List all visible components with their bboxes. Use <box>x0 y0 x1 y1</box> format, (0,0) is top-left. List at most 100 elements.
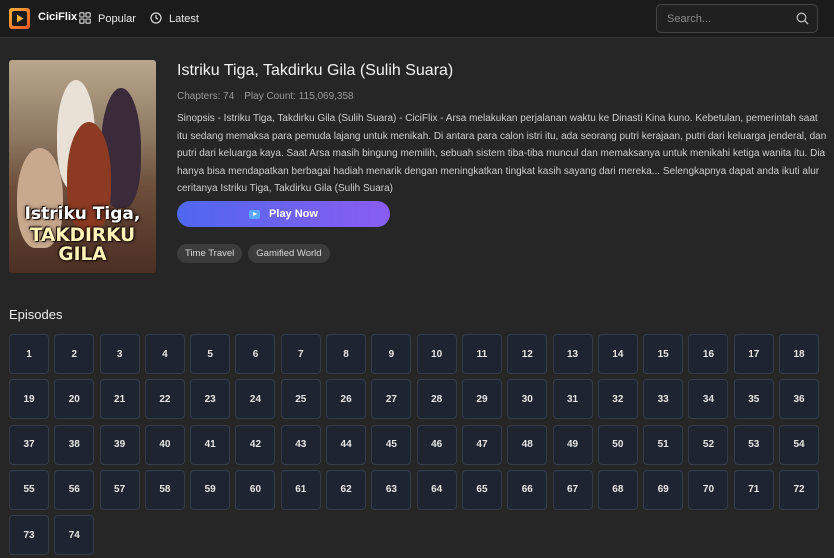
episode-button[interactable]: 2 <box>54 334 95 374</box>
tag-time-travel[interactable]: Time Travel <box>177 244 243 263</box>
drama-title: Istriku Tiga, Takdirku Gila (Sulih Suara… <box>177 62 454 79</box>
episode-button[interactable]: 47 <box>461 424 502 465</box>
episode-button[interactable]: 1 <box>9 334 49 374</box>
search-icon[interactable] <box>796 12 809 30</box>
search-input[interactable] <box>667 11 787 27</box>
play-count: Play Count: 115,069,358 <box>244 91 354 102</box>
drama-poster[interactable]: Istriku Tiga, TAKDIRKU GILA <box>9 60 156 273</box>
episode-button[interactable]: 25 <box>280 379 321 420</box>
search-box <box>656 4 818 33</box>
episode-button[interactable]: 17 <box>733 334 774 374</box>
play-now-button[interactable]: Play Now <box>177 201 390 227</box>
episode-button[interactable]: 41 <box>190 424 231 465</box>
logo-text[interactable]: CiciFlix <box>38 11 77 23</box>
episode-button[interactable]: 44 <box>326 424 367 465</box>
episode-button[interactable]: 12 <box>507 334 548 374</box>
episode-button[interactable]: 42 <box>235 424 276 465</box>
episode-button[interactable]: 39 <box>99 424 140 465</box>
episode-button[interactable]: 35 <box>733 379 774 420</box>
nav-latest-label: Latest <box>169 13 199 25</box>
top-bar: CiciFlix Popular Latest <box>0 0 834 38</box>
episode-button[interactable]: 21 <box>99 379 140 420</box>
poster-title-line-2: TAKDIRKU GILA <box>29 225 136 265</box>
episode-button[interactable]: 3 <box>99 334 140 374</box>
episode-button[interactable]: 10 <box>416 334 457 374</box>
nav-latest[interactable]: Latest <box>150 9 199 29</box>
episode-button[interactable]: 16 <box>688 334 729 374</box>
episode-button[interactable]: 65 <box>461 469 502 510</box>
tag-gamified-world[interactable]: Gamified World <box>248 244 330 263</box>
synopsis: Sinopsis - Istriku Tiga, Takdirku Gila (… <box>177 113 827 194</box>
logo-icon[interactable] <box>9 8 30 29</box>
episode-button[interactable]: 51 <box>643 424 684 465</box>
episode-button[interactable]: 28 <box>416 379 457 420</box>
nav-popular[interactable]: Popular <box>79 9 136 29</box>
episode-button[interactable]: 63 <box>371 469 412 510</box>
episode-button[interactable]: 37 <box>9 424 49 465</box>
episode-button[interactable]: 14 <box>597 334 638 374</box>
episode-button[interactable]: 74 <box>54 515 95 556</box>
episode-button[interactable]: 20 <box>54 379 95 420</box>
episode-button[interactable]: 33 <box>643 379 684 420</box>
clock-icon <box>150 11 162 27</box>
episode-button[interactable]: 6 <box>235 334 276 374</box>
episode-button[interactable]: 24 <box>235 379 276 420</box>
episode-button[interactable]: 18 <box>779 334 820 374</box>
episode-button[interactable]: 50 <box>597 424 638 465</box>
episode-button[interactable]: 62 <box>326 469 367 510</box>
episode-button[interactable]: 53 <box>733 424 774 465</box>
episode-button[interactable]: 15 <box>643 334 684 374</box>
drama-meta: Chapters: 74 Play Count: 115,069,358 <box>177 91 354 102</box>
episodes-heading: Episodes <box>9 307 63 322</box>
episode-button[interactable]: 58 <box>144 469 185 510</box>
episode-button[interactable]: 43 <box>280 424 321 465</box>
episode-button[interactable]: 64 <box>416 469 457 510</box>
play-icon <box>249 209 261 219</box>
episode-button[interactable]: 66 <box>507 469 548 510</box>
episode-button[interactable]: 61 <box>280 469 321 510</box>
episode-button[interactable]: 40 <box>144 424 185 465</box>
episode-button[interactable]: 55 <box>9 469 49 510</box>
episode-button[interactable]: 69 <box>643 469 684 510</box>
episode-button[interactable]: 19 <box>9 379 49 420</box>
episode-button[interactable]: 49 <box>552 424 593 465</box>
episode-button[interactable]: 34 <box>688 379 729 420</box>
episode-button[interactable]: 7 <box>280 334 321 374</box>
episode-button[interactable]: 11 <box>461 334 502 374</box>
episode-button[interactable]: 26 <box>326 379 367 420</box>
episode-button[interactable]: 9 <box>371 334 412 374</box>
episode-button[interactable]: 32 <box>597 379 638 420</box>
episode-button[interactable]: 45 <box>371 424 412 465</box>
episode-button[interactable]: 5 <box>190 334 231 374</box>
grid-icon <box>79 11 91 27</box>
chapters-count: Chapters: 74 <box>177 91 235 102</box>
episode-button[interactable]: 4 <box>144 334 185 374</box>
episode-button[interactable]: 52 <box>688 424 729 465</box>
episode-button[interactable]: 73 <box>9 515 49 556</box>
episode-button[interactable]: 13 <box>552 334 593 374</box>
poster-title-line-1: Istriku Tiga, <box>24 204 141 224</box>
episode-button[interactable]: 8 <box>326 334 367 374</box>
episode-button[interactable]: 36 <box>779 379 820 420</box>
episode-button[interactable]: 46 <box>416 424 457 465</box>
episode-button[interactable]: 22 <box>144 379 185 420</box>
nav-popular-label: Popular <box>98 13 136 25</box>
episode-button[interactable]: 56 <box>54 469 95 510</box>
episode-button[interactable]: 38 <box>54 424 95 465</box>
episode-button[interactable]: 30 <box>507 379 548 420</box>
episode-button[interactable]: 71 <box>733 469 774 510</box>
episode-button[interactable]: 29 <box>461 379 502 420</box>
genre-tags: Time Travel Gamified World <box>177 244 330 263</box>
episode-button[interactable]: 48 <box>507 424 548 465</box>
episode-button[interactable]: 31 <box>552 379 593 420</box>
episode-button[interactable]: 59 <box>190 469 231 510</box>
episode-button[interactable]: 70 <box>688 469 729 510</box>
episode-button[interactable]: 27 <box>371 379 412 420</box>
episode-button[interactable]: 60 <box>235 469 276 510</box>
episode-button[interactable]: 68 <box>597 469 638 510</box>
episode-button[interactable]: 23 <box>190 379 231 420</box>
episode-button[interactable]: 72 <box>779 469 820 510</box>
episode-button[interactable]: 57 <box>99 469 140 510</box>
episode-button[interactable]: 67 <box>552 469 593 510</box>
episode-button[interactable]: 54 <box>779 424 820 465</box>
